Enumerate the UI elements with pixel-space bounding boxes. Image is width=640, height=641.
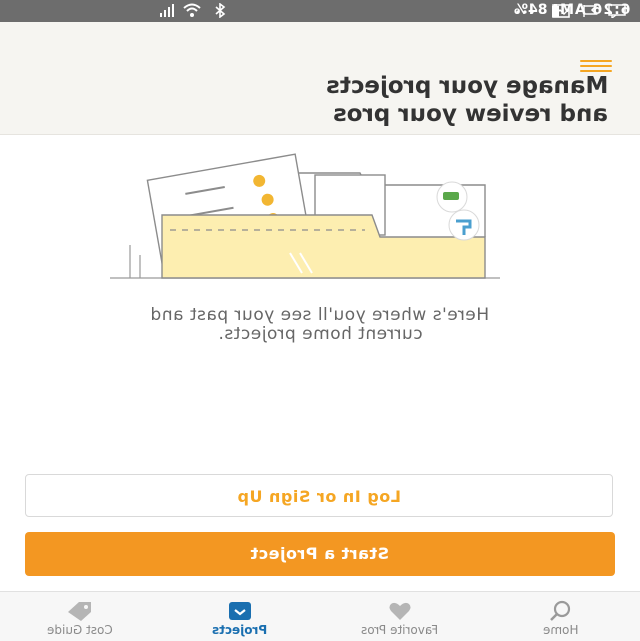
heart-icon xyxy=(389,602,411,620)
page-title: Manage your projects and review your pro… xyxy=(326,72,608,128)
tag-icon xyxy=(68,602,91,621)
nav-projects[interactable]: Projects xyxy=(185,592,295,641)
nav-favorite-pros-label: Favorite Pros xyxy=(361,623,439,637)
login-signup-button[interactable]: Log In or Sign Up xyxy=(25,474,613,517)
signal-icon xyxy=(160,4,174,17)
gallery-icon xyxy=(552,4,570,18)
search-icon xyxy=(550,600,571,621)
folder-illustration xyxy=(110,153,500,279)
status-bar: 6:26 AM 84% xyxy=(0,0,640,22)
page-header: Manage your projects and review your pro… xyxy=(0,22,640,135)
login-signup-label: Log In or Sign Up xyxy=(237,487,401,506)
flag-icon xyxy=(583,5,598,17)
nav-home-label: Home xyxy=(543,623,579,637)
nav-favorite-pros[interactable]: Favorite Pros xyxy=(345,592,455,641)
projects-icon xyxy=(229,602,251,620)
title-line-2: and review your pros xyxy=(333,101,608,127)
bluetooth-icon xyxy=(215,3,226,18)
nav-cost-guide[interactable]: Cost Guide xyxy=(25,592,135,641)
wifi-icon xyxy=(183,3,201,17)
nav-projects-label: Projects xyxy=(212,623,268,637)
empty-state-line-1: Here's where you'll see your past and xyxy=(150,305,490,325)
empty-state-text: Here's where you'll see your past and cu… xyxy=(60,305,580,344)
bottom-nav: Home Favorite Pros Projects Cost Guide xyxy=(0,591,640,641)
more-icon xyxy=(516,10,534,14)
nav-cost-guide-label: Cost Guide xyxy=(47,623,113,637)
nav-home[interactable]: Home xyxy=(506,592,616,641)
empty-state-line-2: current home projects. xyxy=(217,324,423,344)
start-project-label: Start a Project xyxy=(250,544,390,563)
title-line-1: Manage your projects xyxy=(325,73,608,99)
message-icon xyxy=(608,4,626,18)
start-project-button[interactable]: Start a Project xyxy=(25,532,615,576)
